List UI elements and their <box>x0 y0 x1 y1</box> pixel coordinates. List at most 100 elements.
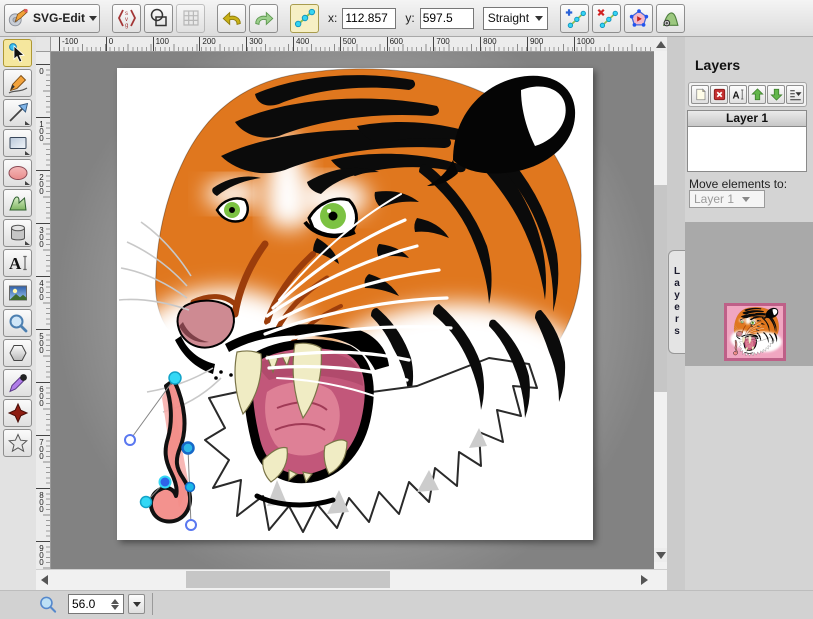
arrow-up-icon <box>750 87 765 102</box>
move-elements-select[interactable]: Layer 1 <box>689 190 765 208</box>
control-point[interactable] <box>186 520 196 530</box>
image-tool-icon <box>6 281 30 305</box>
ruler-tick-label: 900 <box>36 541 50 569</box>
vertical-ruler: 0100200300400500600700800900 <box>36 52 51 569</box>
new-layer-button[interactable] <box>691 85 709 104</box>
wireframe-shapes-icon <box>148 7 170 29</box>
close-path-button[interactable] <box>624 4 653 33</box>
node-edit-tool-button[interactable] <box>290 4 319 33</box>
chevron-down-icon <box>535 16 543 21</box>
ruler-tick-label: 800 <box>480 37 527 51</box>
main-toolbar: SVG-Edit s v g <box>0 0 813 37</box>
layers-tab-label: Layers <box>672 266 683 338</box>
text-tool-icon: A <box>6 251 30 275</box>
scroll-left-arrow[interactable] <box>36 569 52 590</box>
grid-icon <box>180 7 202 29</box>
tool-select[interactable] <box>3 39 32 67</box>
zoom-level-input[interactable] <box>69 597 109 611</box>
tool-line[interactable] <box>3 99 32 127</box>
ruler-corner <box>36 37 51 52</box>
node-edit-icon <box>294 7 316 29</box>
segment-type-select[interactable]: Straight <box>483 7 548 30</box>
ruler-tick-label: 300 <box>246 37 293 51</box>
horizontal-scrollbar-thumb[interactable] <box>186 571 390 588</box>
source-code-button[interactable]: s v g <box>112 4 141 33</box>
path-node[interactable] <box>141 497 152 508</box>
eyedropper-tool-icon <box>6 371 30 395</box>
y-coordinate-input[interactable] <box>420 8 474 29</box>
layers-panel-tab[interactable]: Layers <box>668 250 685 354</box>
scroll-down-arrow[interactable] <box>654 548 667 562</box>
chevron-down-icon <box>89 16 97 21</box>
path-node[interactable] <box>186 483 195 492</box>
grid-button[interactable] <box>176 4 205 33</box>
layers-panel-title: Layers <box>695 57 740 73</box>
add-node-icon <box>564 7 586 29</box>
new-layer-icon <box>693 87 708 102</box>
source-code-icon: s v g <box>116 7 138 29</box>
open-path-button[interactable] <box>656 4 685 33</box>
path-node[interactable] <box>169 372 181 384</box>
tool-shape-library[interactable] <box>3 219 32 247</box>
canvas-workspace[interactable] <box>51 52 654 569</box>
delete-node-button[interactable] <box>592 4 621 33</box>
undo-icon <box>221 7 243 29</box>
move-layer-down-button[interactable] <box>767 85 785 104</box>
tool-zoom[interactable] <box>3 309 32 337</box>
layer-menu-button[interactable] <box>786 85 804 104</box>
ruler-tick-label: 100 <box>36 117 50 170</box>
zoom-preset-dropdown[interactable] <box>128 594 145 614</box>
layer-thumbnail <box>724 303 786 361</box>
move-elements-label: Move elements to: <box>689 177 787 191</box>
layer-row-selected[interactable]: Layer 1 <box>688 111 806 127</box>
tools-sidebar: A <box>0 37 36 619</box>
redo-button[interactable] <box>249 4 278 33</box>
move-layer-up-button[interactable] <box>748 85 766 104</box>
tool-rectangle[interactable] <box>3 129 32 157</box>
y-coordinate-label: y: <box>405 11 414 25</box>
flyout-arrow-icon <box>25 241 30 245</box>
svg-edit-app: SVG-Edit s v g <box>0 0 813 619</box>
rename-layer-button[interactable]: A <box>729 85 747 104</box>
ruler-tick-label: 200 <box>199 37 246 51</box>
vertical-scrollbar-thumb[interactable] <box>654 185 667 392</box>
svg-text:A: A <box>9 254 22 273</box>
ruler-tick-label: 0 <box>106 37 153 51</box>
ruler-tick-label: 1000 <box>574 37 621 51</box>
delete-layer-button[interactable] <box>710 85 728 104</box>
main-menu-button[interactable]: SVG-Edit <box>4 4 100 33</box>
svg-text:A: A <box>732 90 739 101</box>
tool-image[interactable] <box>3 279 32 307</box>
path-node[interactable] <box>183 443 194 454</box>
move-elements-value: Layer 1 <box>694 192 734 206</box>
ruler-tick-label: 500 <box>36 329 50 382</box>
status-divider <box>152 593 153 615</box>
path-node-selected[interactable] <box>160 477 171 488</box>
svg-text:g: g <box>125 23 128 29</box>
ruler-tick-label: 500 <box>340 37 387 51</box>
ruler-tick-label: 700 <box>36 435 50 488</box>
tool-pencil[interactable] <box>3 69 32 97</box>
undo-button[interactable] <box>217 4 246 33</box>
tool-eyedropper[interactable] <box>3 369 32 397</box>
arrow-down-icon <box>769 87 784 102</box>
tool-shape-star-red[interactable] <box>3 399 32 427</box>
x-coordinate-label: x: <box>328 11 337 25</box>
star-tool-icon <box>6 431 30 455</box>
tool-star[interactable] <box>3 429 32 457</box>
ruler-tick-label: 600 <box>387 37 434 51</box>
scroll-right-arrow[interactable] <box>636 569 652 590</box>
tool-text[interactable]: A <box>3 249 32 277</box>
wireframe-shapes-button[interactable] <box>144 4 173 33</box>
layer-menu-icon <box>788 87 803 102</box>
add-node-button[interactable] <box>560 4 589 33</box>
spinner-up-icon <box>111 599 119 604</box>
tool-ellipse[interactable] <box>3 159 32 187</box>
x-coordinate-input[interactable] <box>342 8 396 29</box>
svg-canvas[interactable] <box>117 68 593 540</box>
control-point[interactable] <box>125 435 135 445</box>
scroll-up-arrow[interactable] <box>654 37 667 51</box>
tool-polygon[interactable] <box>3 339 32 367</box>
zoom-spinner[interactable] <box>111 599 119 610</box>
tool-path[interactable] <box>3 189 32 217</box>
